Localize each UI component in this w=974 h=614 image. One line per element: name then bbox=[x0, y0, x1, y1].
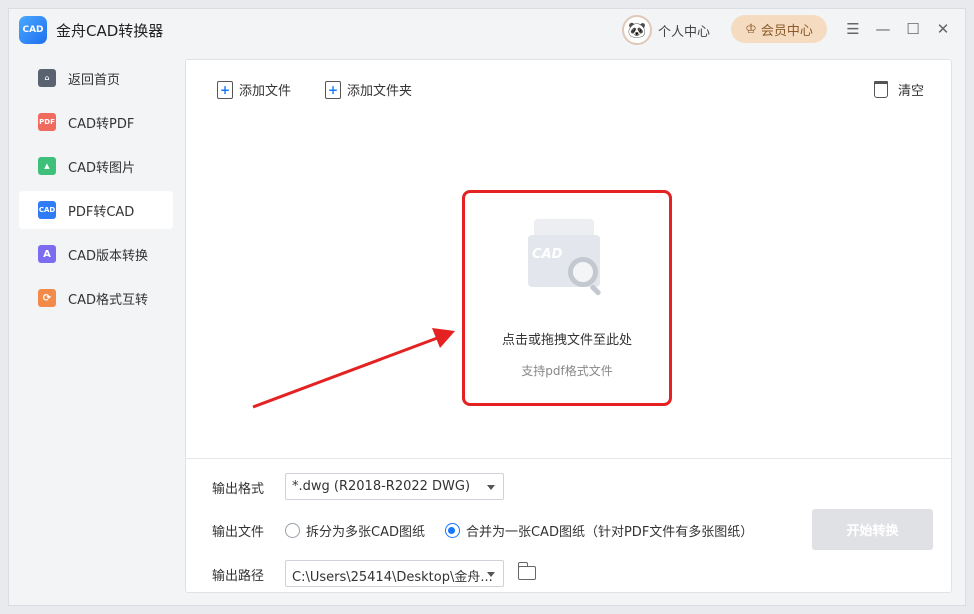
app-logo-icon: CAD bbox=[19, 16, 47, 44]
drop-zone-title: 点击或拖拽文件至此处 bbox=[501, 333, 632, 348]
sidebar-item-label: CAD版本转换 bbox=[68, 248, 148, 264]
sidebar-item-label: PDF转CAD bbox=[68, 204, 135, 220]
close-icon[interactable]: ✕ bbox=[933, 19, 953, 39]
app-title: 金舟CAD转换器 bbox=[56, 22, 164, 40]
chevron-down-icon bbox=[487, 572, 495, 577]
output-path-label: 输出路径 bbox=[212, 569, 265, 584]
user-center-label: 个人中心 bbox=[658, 24, 711, 40]
output-format-label: 输出格式 bbox=[212, 482, 265, 497]
sidebar: ⌂ 返回首页 PDF CAD转PDF ▲ CAD转图片 CAD PDF转CAD … bbox=[9, 59, 181, 323]
sidebar-item-cad-format[interactable]: ⟳ CAD格式互转 bbox=[19, 279, 173, 317]
divider bbox=[186, 458, 951, 459]
sidebar-item-label: CAD转图片 bbox=[68, 160, 135, 176]
version-icon: A bbox=[38, 245, 56, 263]
magnifier-shape bbox=[568, 257, 598, 287]
sidebar-item-label: CAD格式互转 bbox=[68, 292, 148, 308]
cad-icon: CAD bbox=[38, 201, 56, 219]
main-panel: + 添加文件 + 添加文件夹 清空 CAD 点击或拖拽文件至此处 支持pdf格式… bbox=[185, 59, 952, 593]
home-icon: ⌂ bbox=[38, 69, 56, 87]
clear-button[interactable]: 清空 bbox=[874, 80, 924, 99]
file-drop-zone[interactable]: CAD 点击或拖拽文件至此处 支持pdf格式文件 bbox=[462, 190, 672, 406]
format-swap-icon: ⟳ bbox=[38, 289, 56, 307]
sidebar-item-label: 返回首页 bbox=[68, 72, 121, 88]
start-convert-button[interactable]: 开始转换 bbox=[812, 509, 933, 550]
trash-icon bbox=[874, 81, 888, 98]
add-file-icon: + bbox=[217, 80, 233, 99]
drop-zone-hint: 支持pdf格式文件 bbox=[521, 364, 613, 378]
add-folder-button[interactable]: + 添加文件夹 bbox=[325, 80, 412, 99]
menu-icon[interactable]: ☰ bbox=[843, 19, 863, 39]
vip-center-button[interactable]: ♔ 会员中心 bbox=[731, 15, 827, 43]
vip-center-label: 会员中心 bbox=[760, 23, 813, 39]
browse-folder-icon[interactable] bbox=[517, 562, 536, 580]
sidebar-item-cad-version[interactable]: A CAD版本转换 bbox=[19, 235, 173, 273]
maximize-icon[interactable]: ☐ bbox=[903, 19, 923, 39]
merge-radio[interactable] bbox=[444, 523, 460, 538]
add-file-button[interactable]: + 添加文件 bbox=[217, 80, 291, 99]
title-bar: CAD 金舟CAD转换器 🐼 个人中心 ♔ 会员中心 ☰ — ☐ ✕ bbox=[9, 9, 965, 51]
merge-option-label[interactable]: 合并为一张CAD图纸（针对PDF文件有多张图纸） bbox=[466, 521, 753, 540]
split-radio[interactable] bbox=[285, 523, 300, 538]
output-file-options: 拆分为多张CAD图纸 合并为一张CAD图纸（针对PDF文件有多张图纸） bbox=[285, 521, 773, 540]
sidebar-item-label: CAD转PDF bbox=[68, 116, 135, 132]
sidebar-item-cad-to-pdf[interactable]: PDF CAD转PDF bbox=[19, 103, 173, 141]
user-center-button[interactable]: 🐼 个人中心 bbox=[622, 15, 710, 45]
add-folder-icon: + bbox=[325, 80, 341, 99]
output-file-label: 输出文件 bbox=[212, 525, 265, 540]
cad-folder-search-icon: CAD bbox=[528, 215, 608, 303]
sidebar-item-cad-to-image[interactable]: ▲ CAD转图片 bbox=[19, 147, 173, 185]
output-path-value: C:\Users\25414\Desktop\金舟... bbox=[292, 570, 493, 585]
clear-label: 清空 bbox=[898, 84, 925, 99]
split-option-label[interactable]: 拆分为多张CAD图纸 bbox=[306, 521, 425, 540]
sidebar-item-pdf-to-cad[interactable]: CAD PDF转CAD bbox=[19, 191, 173, 229]
crown-icon: ♔ bbox=[745, 21, 757, 37]
image-icon: ▲ bbox=[38, 157, 56, 175]
app-window: CAD 金舟CAD转换器 🐼 个人中心 ♔ 会员中心 ☰ — ☐ ✕ ⌂ 返回首… bbox=[8, 8, 966, 606]
pdf-icon: PDF bbox=[38, 113, 56, 131]
output-path-select[interactable]: C:\Users\25414\Desktop\金舟... bbox=[285, 560, 504, 587]
add-file-label: 添加文件 bbox=[239, 84, 292, 99]
output-format-select[interactable]: *.dwg (R2018-R2022 DWG) bbox=[285, 473, 504, 500]
chevron-down-icon bbox=[487, 485, 495, 490]
panda-avatar-icon: 🐼 bbox=[622, 15, 652, 45]
minimize-icon[interactable]: — bbox=[873, 19, 893, 39]
add-folder-label: 添加文件夹 bbox=[347, 84, 413, 99]
sidebar-item-home[interactable]: ⌂ 返回首页 bbox=[19, 59, 173, 97]
output-format-value: *.dwg (R2018-R2022 DWG) bbox=[292, 479, 471, 494]
